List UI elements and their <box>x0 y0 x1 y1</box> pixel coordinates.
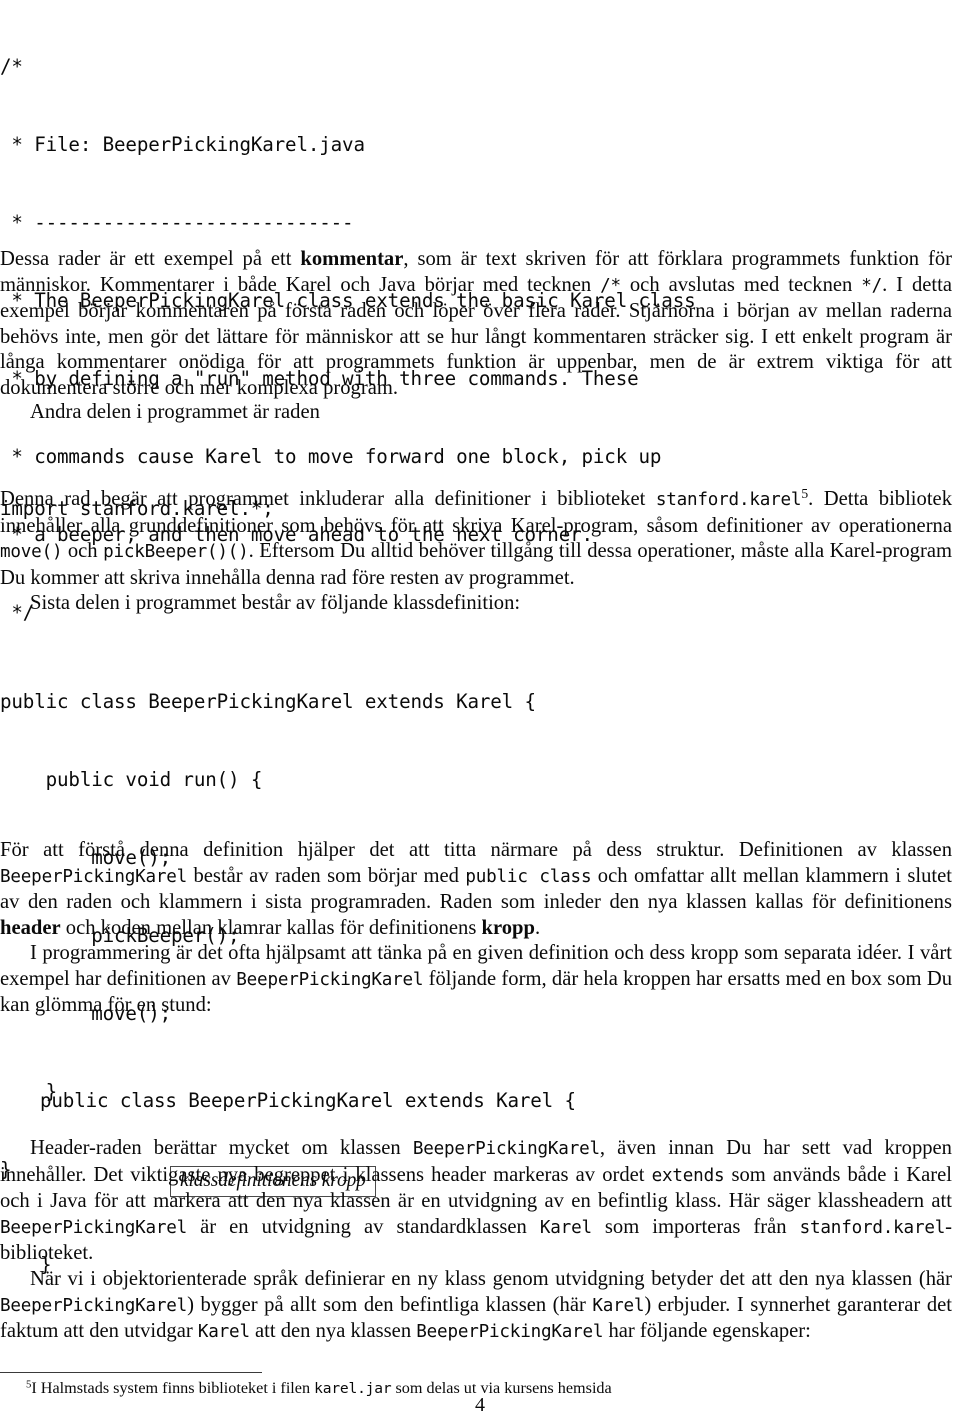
document-page: /* * File: BeeperPickingKarel.java * ---… <box>0 0 960 1417</box>
p6-code-classname: BeeperPickingKarel <box>236 969 424 990</box>
p8-text-4: att den nya klassen <box>249 1320 417 1343</box>
p2-text-1: Andra delen i programmet är raden <box>30 401 320 423</box>
p3-code-stanford-karel: stanford.karel <box>655 490 802 510</box>
p8-code-classname-2: BeeperPickingKarel <box>416 1322 604 1343</box>
p7-code-classname-1: BeeperPickingKarel <box>412 1139 600 1159</box>
p8-code-classname-1: BeeperPickingKarel <box>0 1295 188 1316</box>
p1-code-close-comment: */ <box>861 275 883 296</box>
paragraph-comments-explanation: Dessa rader är ett exempel på ett kommen… <box>0 247 952 402</box>
p7-code-classname-2: BeeperPickingKarel <box>0 1217 188 1238</box>
p1-code-open-comment: /* <box>600 275 621 296</box>
p3-code-pickbeeper: pickBeeper()() <box>103 542 249 563</box>
paragraph-extends-explanation: Header-raden berättar mycket om klassen … <box>0 1136 952 1267</box>
class-line-1: public class BeeperPickingKarel extends … <box>0 690 536 713</box>
paragraph-separate-ideas: I programmering är det ofta hjälpsamt at… <box>0 941 952 1019</box>
p8-text-5: har följande egenskaper: <box>603 1320 811 1343</box>
boxed-header-line: public class BeeperPickingKarel extends … <box>40 1089 576 1112</box>
comment-line-2: * File: BeeperPickingKarel.java <box>0 133 365 156</box>
p4-text-1: Sista delen i programmet består av följa… <box>30 592 521 614</box>
paragraph-library-explanation: Denna rad begär att programmet inkludera… <box>0 487 952 591</box>
comment-line-3: * ---------------------------- <box>0 211 354 234</box>
paragraph-header-kropp-definition: För att förstå denna definition hjälper … <box>0 838 952 941</box>
p8-text-2: ) bygger på allt som den befintliga klas… <box>187 1293 593 1316</box>
p5-code-public-class: public class <box>465 866 592 887</box>
p5-text-5: . <box>534 916 541 939</box>
p5-text-1: För att förstå denna definition hjälper … <box>0 839 952 861</box>
p7-code-extends: extends <box>651 1165 725 1186</box>
p7-code-stanford-karel: stanford.karel <box>799 1217 946 1238</box>
p5-text-2: består av raden som börjar med <box>187 864 466 887</box>
p7-text-5: som importeras från <box>591 1215 800 1238</box>
p5-code-classname: BeeperPickingKarel <box>0 866 188 887</box>
p3-text-3: och <box>62 540 104 563</box>
p3-text-1: Denna rad begär att programmet inkludera… <box>0 488 656 510</box>
p7-code-karel: Karel <box>539 1217 592 1238</box>
p1-text-1: Dessa rader är ett exempel på ett <box>0 248 301 270</box>
class-line-2: public void run() { <box>0 768 263 791</box>
p8-code-karel-1: Karel <box>592 1295 645 1316</box>
p7-text-4: är en utvidgning av standardklassen <box>187 1215 540 1238</box>
p7-text-1: Header-raden berättar mycket om klassen <box>30 1137 413 1159</box>
p5-text-4: och koden mellan klamrar kallas för defi… <box>60 916 482 939</box>
p5-bold-kropp: kropp <box>481 916 535 939</box>
p3-code-move: move() <box>0 542 63 563</box>
page-number: 4 <box>475 1394 485 1416</box>
paragraph-inheritance-properties: När vi i objektorienterade språk definie… <box>0 1267 952 1346</box>
p8-text-1: När vi i objektorienterade språk definie… <box>30 1268 952 1290</box>
p8-code-karel-2: Karel <box>197 1322 250 1343</box>
p5-bold-header: header <box>0 916 61 939</box>
paragraph-second-part-lead: Andra delen i programmet är raden <box>0 400 952 426</box>
comment-line-1: /* <box>0 55 23 78</box>
paragraph-last-part-lead: Sista delen i programmet består av följa… <box>0 591 952 617</box>
footnote-separator-rule <box>0 1372 262 1373</box>
p1-text-3: och avslutas med tecknen <box>620 273 862 296</box>
p1-bold-kommentar: kommentar <box>300 248 404 270</box>
